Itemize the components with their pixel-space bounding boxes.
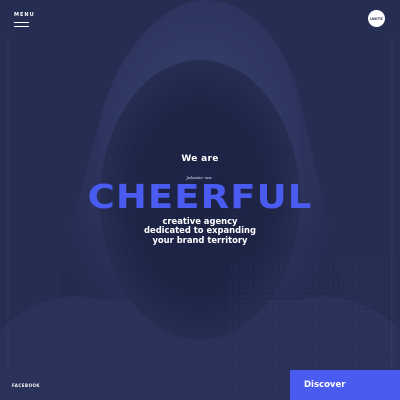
hero-intro: We are <box>181 154 219 164</box>
discover-button[interactable]: Discover <box>290 370 400 400</box>
landing-page: MENU UNITE We are CHEERFUL Joboster nos … <box>0 0 400 400</box>
hero-section: We are CHEERFUL Joboster nos creative ag… <box>0 0 400 400</box>
facebook-link[interactable]: FACEBOOK <box>12 383 40 388</box>
hero-tag: Joboster nos <box>182 175 216 181</box>
hero-subheading: creative agency dedicated to expanding y… <box>0 216 400 245</box>
hero-highlight: CHEERFUL <box>87 177 313 216</box>
hero-subline: your brand territory <box>152 234 248 245</box>
